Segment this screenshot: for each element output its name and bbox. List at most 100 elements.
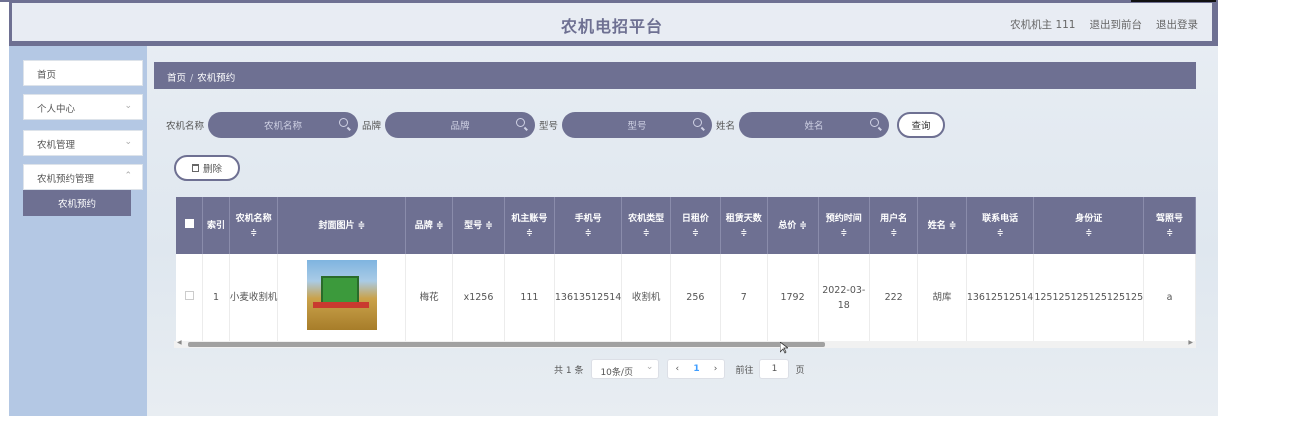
page-nav: ‹ 1 › [667,359,726,379]
breadcrumb-home[interactable]: 首页 [167,73,186,84]
search-icon [516,118,526,127]
cell-type: 收割机 [621,254,671,343]
window-corner-mark [0,0,40,2]
sort-icon: ≑ [996,227,1004,237]
scrollbar-thumb[interactable] [188,342,825,347]
page-size-select[interactable]: 10条/页 [591,359,660,379]
breadcrumb: 首页 / 农机预约 [154,62,1196,89]
main-content: 首页 / 农机预约 农机名称 农机名称 品牌 品牌 型号 型号 姓名 姓名 查询 删… [154,62,1196,412]
cell-name: 小麦收割机 [229,254,279,343]
sort-icon: ≑ [840,227,848,237]
cell-daily-price: 256 [670,254,721,343]
sidebar-item-label: 农机预约管理 [37,174,95,185]
sort-icon: ≑ [1166,227,1173,237]
search-placeholder: 农机名称 [264,121,303,132]
search-input-brand[interactable]: 品牌 [385,112,536,138]
window-edge-mark [1131,0,1216,2]
sidebar-item-reservation-management[interactable]: 农机预约管理 ⌃ [23,164,143,190]
cell-idcard: 125125125125125125 [1033,254,1145,343]
column-header[interactable]: 型号 ≑ [452,197,505,254]
chevron-down-icon: ⌄ [124,137,132,147]
column-header[interactable]: 封面图片 ≑ [277,197,407,254]
next-page-icon[interactable]: › [714,364,718,374]
query-button[interactable]: 查询 [897,112,946,138]
logout-link[interactable]: 退出登录 [1156,17,1198,32]
sidebar: 首页 个人中心 ⌄ 农机管理 ⌄ 农机预约管理 ⌃ 农机预约 [9,46,147,416]
sort-icon: ≑ [890,227,898,237]
sidebar-item-machine-management[interactable]: 农机管理 ⌄ [23,130,143,156]
header-bar: 农机电招平台 农机机主 111 退出到前台 退出登录 [12,3,1212,41]
goto-page-input[interactable]: 1 [759,359,790,379]
row-select-cell [176,254,204,343]
sort-icon: ≑ [642,227,650,237]
sort-icon: ≑ [357,220,366,231]
search-input-name[interactable]: 农机名称 [208,112,359,138]
prev-page-icon[interactable]: ‹ [676,364,680,374]
harvester-cover-image [306,260,377,331]
sort-icon: ≑ [799,220,807,231]
column-header[interactable]: 总价 ≑ [767,197,819,254]
column-header[interactable]: 联系电话 ≑ [966,197,1035,254]
column-header[interactable]: 身份证 ≑ [1033,197,1145,254]
column-header[interactable]: 用户名 ≑ [869,197,919,254]
table-row: 1 小麦收割机 梅花 x1256 111 13613512514 收割机 256… [176,254,1196,343]
row-checkbox[interactable] [184,291,194,301]
select-all-cell [176,197,204,254]
search-bar: 农机名称 农机名称 品牌 品牌 型号 型号 姓名 姓名 查询 [166,112,946,138]
delete-button-label: 删除 [202,164,222,175]
reservation-table: 索引 农机名称 ≑ 封面图片 ≑ 品牌 ≑ 型号 ≑ 机主账号 ≑ 手机号 ≑ 农机类… [176,197,1196,343]
delete-button[interactable]: 删除 [174,155,240,181]
column-header: 索引 [202,197,230,254]
column-header[interactable]: 手机号 ≑ [554,197,623,254]
breadcrumb-separator: / [190,73,194,84]
current-user: 农机机主 111 [1010,19,1076,31]
total-count: 共 1 条 [554,365,584,376]
sidebar-subitem-reservation[interactable]: 农机预约 [23,190,131,216]
table-header-row: 索引 农机名称 ≑ 封面图片 ≑ 品牌 ≑ 型号 ≑ 机主账号 ≑ 手机号 ≑ 农机类… [176,197,1196,254]
pagination: 共 1 条 10条/页 ‹ 1 › 前往 1 页 [554,359,804,379]
horizontal-scrollbar[interactable]: ◀ ▶ [174,339,1196,348]
sidebar-item-personal-center[interactable]: 个人中心 ⌄ [23,94,143,120]
sort-icon: ≑ [584,227,592,237]
chevron-up-icon: ⌃ [124,171,132,181]
sort-icon: ≑ [250,227,257,237]
sort-icon: ≑ [740,227,748,237]
search-icon [693,118,703,127]
sort-icon: ≑ [948,220,957,231]
cell-realname: 胡库 [917,254,967,343]
cell-username: 222 [869,254,919,343]
column-header[interactable]: 农机名称 ≑ [229,197,279,254]
header-actions: 农机机主 111 退出到前台 退出登录 [1010,17,1198,32]
column-header[interactable]: 农机类型 ≑ [621,197,671,254]
search-input-realname[interactable]: 姓名 [739,112,890,138]
header: 农机电招平台 农机机主 111 退出到前台 退出登录 [9,0,1218,46]
column-header[interactable]: 预约时间 ≑ [818,197,871,254]
search-placeholder: 姓名 [804,121,824,132]
scroll-left-icon[interactable]: ◀ [177,339,182,346]
select-all-checkbox[interactable] [184,218,194,228]
back-to-front-link[interactable]: 退出到前台 [1090,17,1143,32]
sort-icon: ≑ [485,220,493,231]
column-header[interactable]: 机主账号 ≑ [504,197,555,254]
sidebar-item-label: 个人中心 [37,104,76,115]
cell-contact: 13612512514 [966,254,1035,343]
column-header[interactable]: 品牌 ≑ [405,197,454,254]
search-icon [339,118,349,127]
cell-time: 2022-03-18 [818,254,871,343]
cell-model: x1256 [452,254,505,343]
sort-icon: ≑ [435,220,444,231]
cell-license: a [1143,254,1196,343]
column-header[interactable]: 驾照号 ≑ [1143,197,1196,254]
column-header[interactable]: 日租价 ≑ [670,197,721,254]
sort-icon: ≑ [526,227,533,237]
column-header[interactable]: 租赁天数 ≑ [720,197,768,254]
chevron-down-icon: ⌄ [124,101,132,111]
current-page[interactable]: 1 [693,364,699,374]
sort-icon: ≑ [1085,227,1093,237]
cell-cover [277,254,407,343]
harvester-shape [312,276,369,309]
sidebar-item-home[interactable]: 首页 [23,60,143,86]
column-header[interactable]: 姓名 ≑ [917,197,967,254]
search-input-model[interactable]: 型号 [562,112,713,138]
scroll-right-icon[interactable]: ▶ [1188,339,1193,346]
